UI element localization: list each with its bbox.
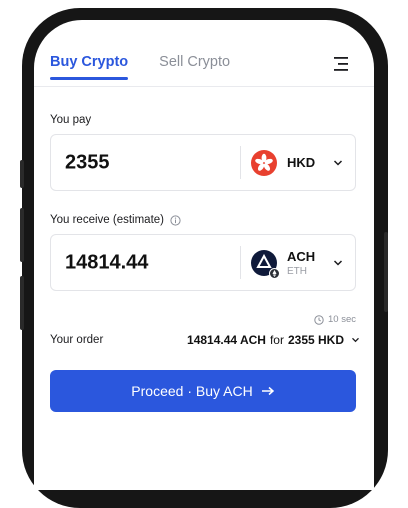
quote-timer: 10 sec xyxy=(314,314,356,325)
phone-side-button xyxy=(20,208,24,262)
phone-side-button xyxy=(20,160,24,188)
tab-sell-crypto[interactable]: Sell Crypto xyxy=(159,54,230,80)
receive-currency-code: ACH xyxy=(287,248,316,264)
arrow-right-icon xyxy=(261,386,274,396)
order-label: Your order xyxy=(50,334,104,346)
order-connector: for xyxy=(269,333,284,347)
receive-currency-selector[interactable]: ACH ETH xyxy=(251,235,351,290)
receive-currency-text: ACH ETH xyxy=(287,249,315,277)
chevron-down-icon xyxy=(333,159,343,166)
info-icon[interactable] xyxy=(170,214,181,226)
chevron-down-icon xyxy=(352,337,359,343)
pay-field: 2355 HKD xyxy=(50,134,356,191)
pay-label: You pay xyxy=(50,114,92,126)
quote-timer-text: 10 sec xyxy=(328,314,356,325)
tab-buy-crypto[interactable]: Buy Crypto xyxy=(50,54,129,80)
phone-screen: Buy Crypto Sell Crypto You pay 2355 HKD … xyxy=(34,20,374,490)
proceed-buy-label: Proceed · Buy ACH xyxy=(131,383,253,399)
pay-currency-code: HKD xyxy=(287,155,316,170)
phone-side-button xyxy=(20,276,24,330)
receive-label-row: You receive (estimate) xyxy=(50,214,181,226)
pay-amount-input[interactable]: 2355 xyxy=(65,151,110,174)
hong-kong-flag-icon xyxy=(251,149,277,176)
receive-field: 14814.44 ACH ETH xyxy=(50,234,356,291)
phone-side-button xyxy=(384,232,388,312)
receive-field-separator xyxy=(240,246,241,279)
tab-bar: Buy Crypto Sell Crypto xyxy=(50,54,230,80)
alchemy-pay-icon xyxy=(251,249,280,279)
menu-icon[interactable] xyxy=(334,57,350,71)
ethereum-badge-icon xyxy=(269,267,280,279)
pay-currency-selector[interactable]: HKD xyxy=(251,135,351,190)
order-pay-value: 2355 HKD xyxy=(287,333,344,347)
order-receive-value: 14814.44 ACH xyxy=(187,333,266,347)
chevron-down-icon xyxy=(333,259,343,266)
order-summary[interactable]: 14814.44 ACH for 2355 HKD xyxy=(187,333,360,347)
clock-icon xyxy=(314,314,324,325)
pay-field-separator xyxy=(240,146,241,179)
receive-currency-network: ETH xyxy=(287,265,307,277)
tab-divider xyxy=(34,86,374,87)
receive-amount: 14814.44 xyxy=(65,251,149,273)
proceed-buy-button[interactable]: Proceed · Buy ACH xyxy=(50,370,356,412)
receive-label: You receive (estimate) xyxy=(50,214,164,226)
